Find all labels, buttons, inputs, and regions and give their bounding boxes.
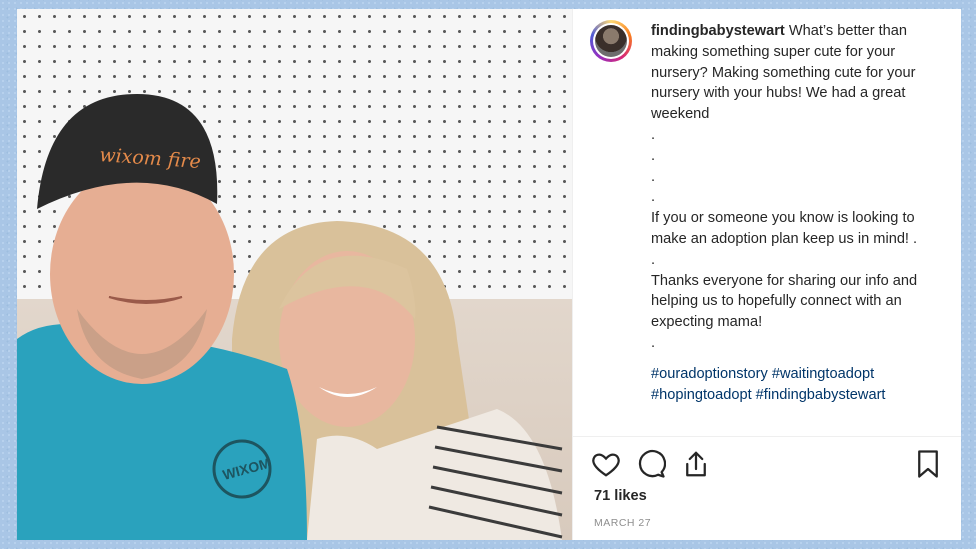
bookmark-icon[interactable] (913, 449, 943, 479)
couple-selfie: wixom fire WIXOM (17, 94, 563, 540)
caption-line: . (651, 189, 656, 206)
instagram-post: wixom fire WIXOM findingbabystewart What… (17, 9, 961, 540)
caption-line: . (651, 168, 656, 185)
caption-line: If you or someone you know is looking to… (651, 210, 919, 247)
action-bar (591, 446, 943, 480)
avatar-image (595, 25, 627, 57)
hashtags[interactable]: #ouradoptionstory #waitingtoadopt #hopin… (651, 364, 931, 406)
post-photo[interactable]: wixom fire WIXOM (17, 9, 572, 540)
caption-line: Thanks everyone for sharing our info and… (651, 272, 922, 331)
caption-line: . (651, 147, 656, 164)
heart-icon[interactable] (591, 449, 621, 479)
post-caption: findingbabystewart What’s better than ma… (651, 21, 931, 405)
username-link[interactable]: findingbabystewart (651, 23, 785, 39)
post-date[interactable]: MARCH 27 (594, 517, 651, 529)
divider (573, 436, 961, 437)
caption-line: . (651, 126, 656, 143)
share-icon[interactable] (681, 449, 711, 479)
caption-line: . (651, 251, 656, 268)
profile-avatar[interactable] (590, 20, 632, 62)
caption-area[interactable]: findingbabystewart What’s better than ma… (573, 9, 961, 436)
caption-line: . (651, 334, 656, 351)
likes-count[interactable]: 71 likes (594, 488, 647, 504)
comment-icon[interactable] (636, 449, 667, 479)
post-sidebar: findingbabystewart What’s better than ma… (572, 9, 961, 540)
